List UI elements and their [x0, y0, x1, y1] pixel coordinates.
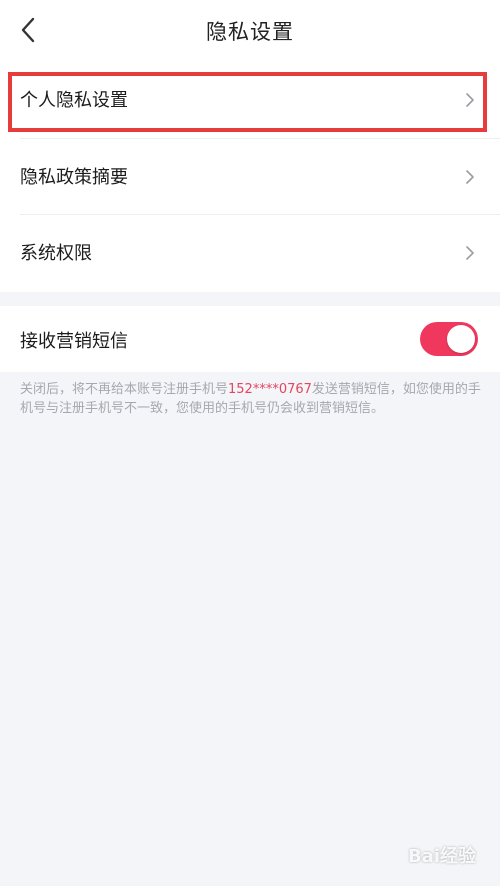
menu-item-label: 隐私政策摘要 [20, 167, 128, 188]
menu-item-label: 系统权限 [20, 243, 92, 264]
marketing-sms-label: 接收营销短信 [20, 331, 128, 352]
menu-item-personal-privacy[interactable]: 个人隐私设置 [0, 62, 500, 138]
marketing-sms-toggle[interactable] [420, 322, 478, 356]
privacy-settings-screen: 隐私设置 个人隐私设置 隐私政策摘要 系统权限 接收营销短信 关闭后，将不再给本… [0, 0, 500, 886]
registered-phone-number: 152****0767 [228, 382, 312, 397]
page-title: 隐私设置 [206, 20, 294, 44]
menu-item-label: 个人隐私设置 [20, 90, 128, 111]
menu-item-privacy-policy-summary[interactable]: 隐私政策摘要 [0, 139, 500, 215]
chevron-right-icon [466, 170, 474, 184]
settings-group: 个人隐私设置 隐私政策摘要 系统权限 [0, 62, 500, 292]
chevron-right-icon [466, 93, 474, 107]
chevron-right-icon [466, 246, 474, 260]
toggle-knob [447, 325, 475, 353]
menu-item-system-permissions[interactable]: 系统权限 [0, 215, 500, 291]
marketing-sms-row: 接收营销短信 [0, 306, 500, 372]
marketing-sms-note: 关闭后，将不再给本账号注册手机号152****0767发送营销短信，如您使用的手… [20, 380, 482, 418]
nav-bar: 隐私设置 [0, 0, 500, 62]
baidu-watermark: Bai经验 [407, 846, 476, 867]
note-text: 关闭后，将不再给本账号注册手机号 [20, 382, 229, 397]
